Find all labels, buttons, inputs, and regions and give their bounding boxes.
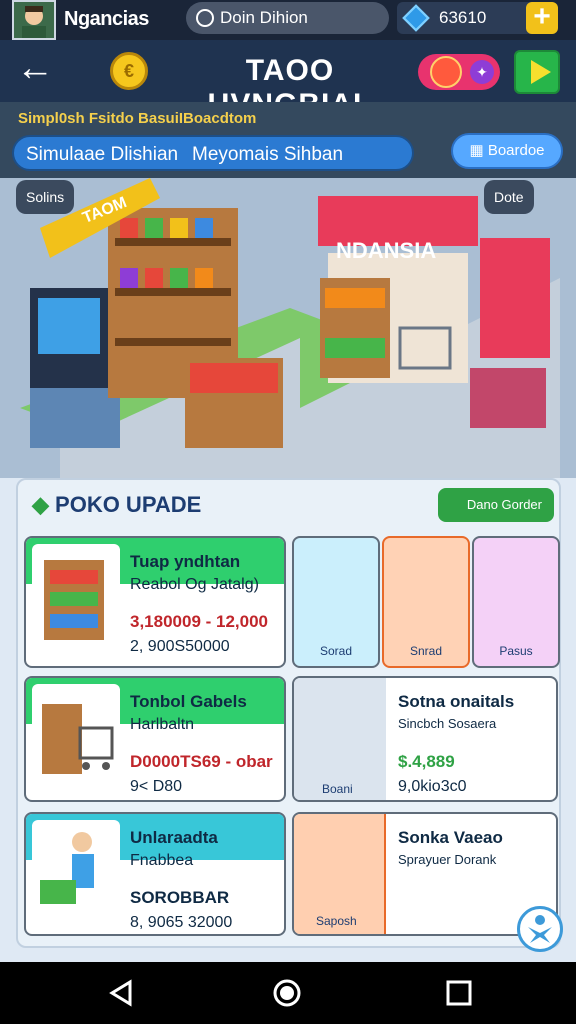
search-text: Doin Dihion: [220, 8, 308, 27]
card-qty: 9,0kio3c0: [398, 778, 467, 795]
add-gems-button[interactable]: +: [526, 2, 558, 34]
chip-left-label: Solins: [26, 189, 65, 205]
gem-icon: [402, 4, 430, 32]
flower-icon: [430, 56, 462, 88]
item-qty: 8, 9065 32000: [130, 914, 233, 931]
item-price: 3,180009 - 12,000: [130, 612, 269, 631]
list-item[interactable]: Tuap yndhtan Reabol Og Jatalg) 3,180009 …: [24, 536, 286, 668]
item-price: D0000TS69 - obar: [130, 752, 273, 771]
card-sub: Sincbch Sosaera: [398, 716, 497, 731]
item-price: SOROBBAR: [130, 888, 230, 907]
app-screen: Ngancias Doin Dihion 63610 + ← € TAOO UV…: [0, 0, 576, 1024]
item-title: Unlaraadta: [130, 828, 218, 847]
card-sub: Sprayuer Dorank: [398, 852, 497, 867]
gem-value: 63610: [439, 8, 487, 27]
status-bar: Ngancias Doin Dihion 63610 +: [0, 0, 576, 40]
tile-label: Pasus: [499, 644, 533, 658]
upgrade-panel: ◆ POKO UPADE Dano Gorder Tuap yndhtan Re…: [16, 478, 561, 948]
sub-header: Simpl0sh Fsitdo BasuiIBoacdtom Simulaae …: [0, 102, 576, 178]
item-sub: Harlbaltn: [130, 716, 195, 733]
star-icon: ✦: [470, 60, 494, 84]
card-price: $.4,889: [398, 752, 455, 771]
tile-label: Sorad: [319, 644, 353, 658]
help-icon: [528, 915, 552, 943]
panel-title-text: POKO UPADE: [55, 492, 202, 517]
mode-left: Simulaae Dlishian: [26, 144, 179, 165]
avatar[interactable]: [12, 0, 56, 40]
item-sub: Fnabbea: [130, 852, 194, 869]
shop-sign: NDANSIA: [336, 238, 437, 263]
card-title: Sonka Vaeao: [398, 828, 503, 847]
back-arrow-icon[interactable]: ←: [16, 49, 54, 88]
header-bar: ← € TAOO UVNGBIAL ✦: [0, 40, 576, 121]
android-nav-bar: [0, 962, 576, 1024]
tile-label: Snrad: [409, 644, 443, 658]
check-icon: ◆: [32, 492, 56, 517]
player-avatar-icon: [22, 6, 46, 38]
panel-title: ◆ POKO UPADE: [32, 492, 201, 518]
list-item[interactable]: Unlaraadta Fnabbea SOROBBAR 8, 9065 3200…: [24, 812, 286, 936]
item-title: Tuap yndhtan: [130, 552, 241, 571]
board-icon: ▦: [469, 142, 488, 159]
side-card[interactable]: Saposh Sonka Vaeao Sprayuer Dorank: [292, 812, 558, 936]
item-sub: Reabol Og Jatalg): [130, 576, 259, 593]
play-button[interactable]: [514, 50, 560, 94]
shopper-icon: [32, 820, 120, 930]
chip-left[interactable]: Solins: [16, 180, 75, 214]
item-title: Tonbol Gabels: [130, 692, 247, 711]
board-label: Boardoe: [487, 142, 545, 159]
tile-pasus[interactable]: Pasus: [472, 536, 560, 668]
subtitle: Simpl0sh Fsitdo BasuiIBoacdtom: [18, 110, 257, 127]
help-button[interactable]: [517, 906, 563, 952]
back-nav-icon[interactable]: [104, 976, 138, 1010]
username: Ngancias: [64, 8, 149, 30]
store-scene[interactable]: Solins Dote NDANSIA TAOM: [0, 178, 576, 508]
mode-bar[interactable]: Simulaae Dlishian Meyomais Sihban: [12, 135, 414, 171]
shelf-icon: [32, 544, 120, 654]
card-tag: Boani: [322, 782, 353, 796]
search-field[interactable]: Doin Dihion: [186, 2, 389, 34]
tile-sorad[interactable]: Sorad: [292, 536, 380, 668]
card-tag: Saposh: [316, 914, 357, 928]
side-card[interactable]: Boani Sotna onaitals Sincbch Sosaera $.4…: [292, 676, 558, 802]
item-qty: 9< D80: [130, 778, 183, 795]
boost-toggle[interactable]: ✦: [418, 54, 500, 90]
chip-right[interactable]: Dote: [484, 180, 534, 214]
item-qty: 2, 900S50000: [130, 638, 230, 655]
chip-right-label: Dote: [494, 189, 524, 205]
cart-icon: [32, 684, 120, 794]
home-nav-icon[interactable]: [270, 976, 304, 1010]
search-icon: [196, 9, 214, 27]
panel-order-button[interactable]: Dano Gorder: [438, 488, 554, 522]
list-item[interactable]: Tonbol Gabels Harlbaltn D0000TS69 - obar…: [24, 676, 286, 802]
card-title: Sotna onaitals: [398, 692, 515, 711]
recents-nav-icon[interactable]: [442, 976, 476, 1010]
mode-right: Meyomais Sihban: [192, 144, 344, 165]
tile-snrad[interactable]: Snrad: [382, 536, 470, 668]
coin-icon[interactable]: €: [110, 52, 148, 90]
board-button[interactable]: ▦ Boardoe: [451, 133, 563, 169]
